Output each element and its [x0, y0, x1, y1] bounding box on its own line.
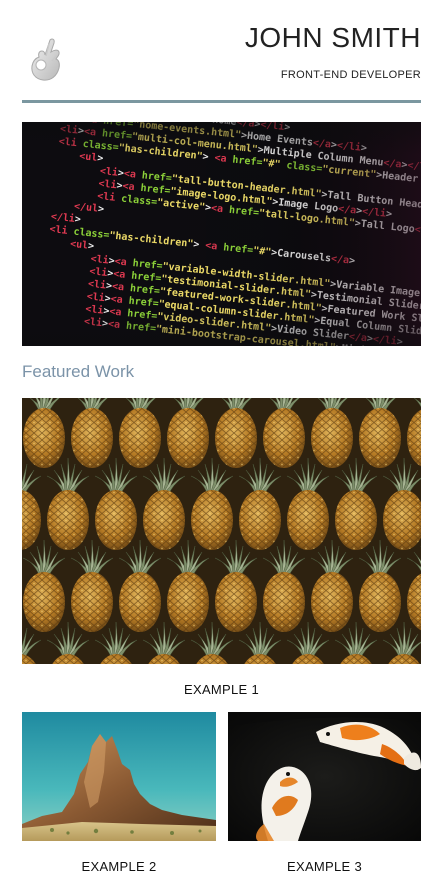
example-1-caption[interactable]: EXAMPLE 1 [22, 682, 421, 697]
site-owner-name: JOHN SMITH [244, 22, 421, 53]
header-divider [22, 100, 421, 103]
portfolio-page: JOHN SMITH FRONT-END DEVELOPER <li><a h [22, 0, 421, 874]
example-2-caption[interactable]: EXAMPLE 2 [22, 859, 216, 874]
hero-code-image: <li><a href="index.html">Home</a></li><l… [22, 122, 421, 346]
example-2-image[interactable] [22, 712, 216, 841]
example-1-image[interactable] [22, 398, 421, 664]
site-owner-role: FRONT-END DEVELOPER [280, 69, 421, 81]
ok-hand-icon[interactable] [26, 34, 66, 84]
featured-work-heading: Featured Work [22, 362, 135, 381]
example-3-caption[interactable]: EXAMPLE 3 [228, 859, 421, 874]
site-header: JOHN SMITH FRONT-END DEVELOPER [22, 0, 421, 104]
example-3-image[interactable] [228, 712, 421, 841]
